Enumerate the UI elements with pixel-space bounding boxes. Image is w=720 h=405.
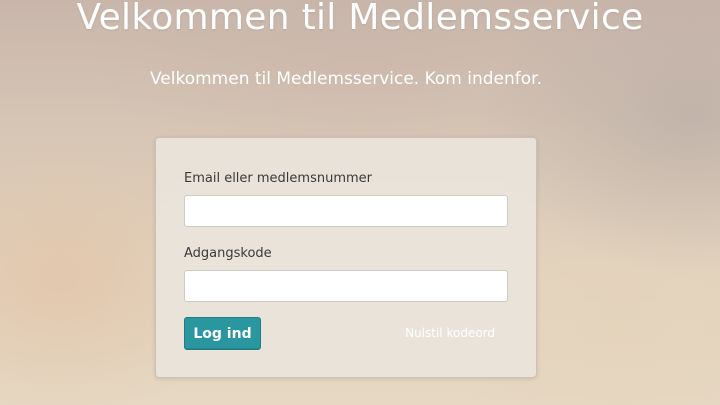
login-card: Email eller medlemsnummer Adgangskode Lo… bbox=[155, 137, 537, 378]
page-subtitle: Velkommen til Medlemsservice. Kom indenf… bbox=[149, 69, 543, 89]
login-button[interactable]: Log ind bbox=[184, 317, 261, 350]
email-label: Email eller medlemsnummer bbox=[184, 171, 373, 186]
password-label: Adgangskode bbox=[184, 246, 272, 261]
reset-password-link[interactable]: Nulstil kodeord bbox=[405, 325, 495, 341]
password-input[interactable] bbox=[184, 270, 508, 302]
page-title: Velkommen til Medlemsservice bbox=[76, 0, 644, 38]
email-input[interactable] bbox=[184, 195, 508, 227]
